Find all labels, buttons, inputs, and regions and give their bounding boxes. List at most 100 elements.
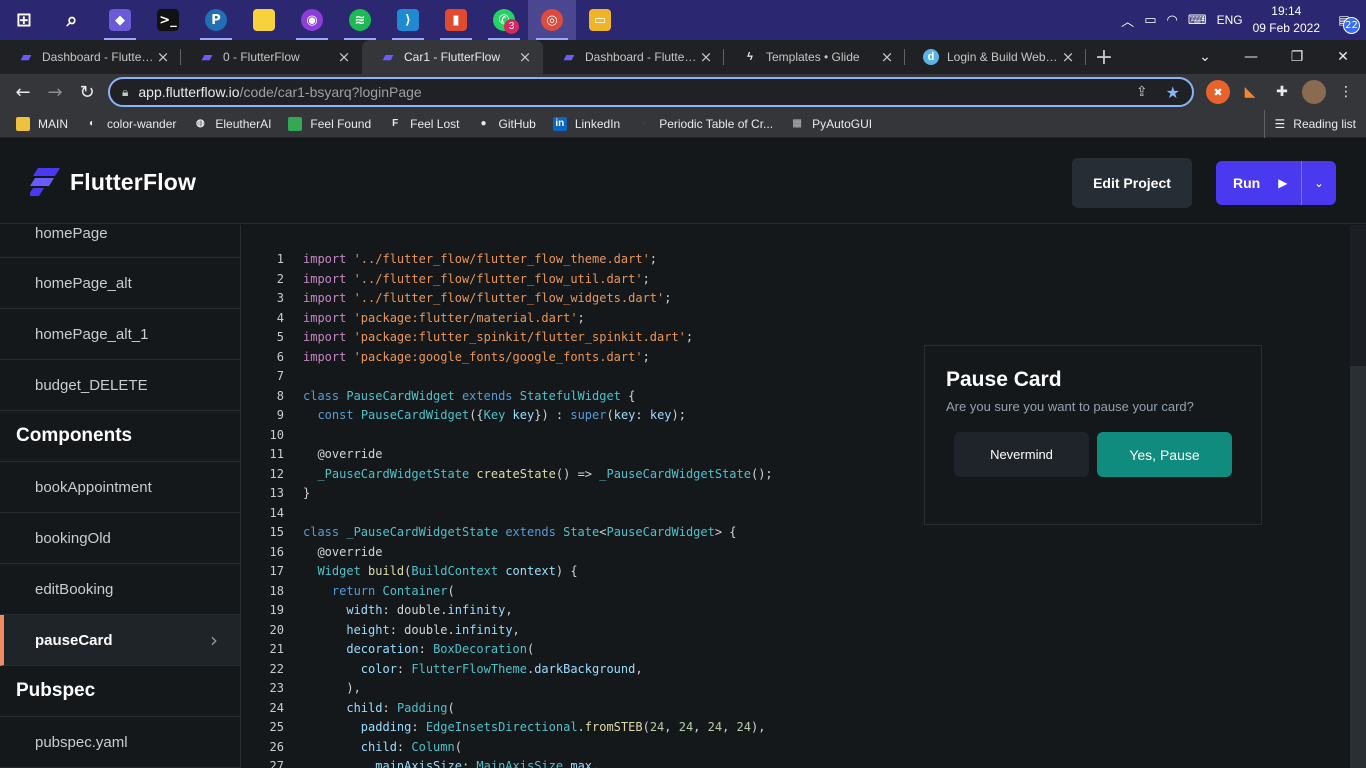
- battery-icon[interactable]: ▭: [1144, 13, 1156, 28]
- chrome-taskbar-button[interactable]: ◎: [528, 0, 576, 40]
- code-token: () =>: [555, 466, 600, 481]
- nevermind-button[interactable]: Nevermind: [954, 432, 1089, 477]
- run-button[interactable]: Run ▶: [1216, 161, 1302, 205]
- close-tab-icon[interactable]: ×: [698, 48, 714, 66]
- keyboard-icon[interactable]: ⌨: [1188, 13, 1207, 28]
- sidebar-page-item[interactable]: homePage_alt: [0, 258, 240, 309]
- sidebar-component-item[interactable]: pauseCard ›: [0, 615, 240, 666]
- edit-project-button[interactable]: Edit Project: [1072, 158, 1192, 208]
- code-token: :: [411, 720, 426, 734]
- profile-avatar[interactable]: [1302, 80, 1326, 104]
- browser-tab[interactable]: ▰ 0 - FlutterFlow ×: [181, 40, 362, 74]
- code-token: (: [447, 583, 455, 598]
- pubspec-section-title: Pubspec: [0, 666, 240, 717]
- sidebar-component-item[interactable]: bookingOld: [0, 513, 240, 564]
- forward-button[interactable]: →: [40, 77, 70, 107]
- file-explorer-taskbar-button[interactable]: ▭: [576, 0, 624, 40]
- code-line: 21 decoration: BoxDecoration(: [242, 640, 773, 660]
- sidebar-page-item[interactable]: budget_DELETE: [0, 360, 240, 411]
- browser-tab[interactable]: ▰ Car1 - FlutterFlow ×: [362, 40, 543, 74]
- sidebar-component-item[interactable]: bookAppointment: [0, 462, 240, 513]
- bookmark-item[interactable]: F Feel Lost: [388, 117, 459, 131]
- spotify-icon: ≋: [349, 9, 371, 31]
- close-tab-icon[interactable]: ×: [517, 48, 533, 66]
- back-button[interactable]: ←: [8, 77, 38, 107]
- bookmark-item[interactable]: ◍ EleutherAI: [193, 117, 271, 131]
- lock-icon[interactable]: 🔒︎: [122, 85, 128, 100]
- flutterflow-logo[interactable]: FlutterFlow: [30, 168, 196, 196]
- line-number: 23: [269, 681, 284, 695]
- chevron-up-icon[interactable]: ︿: [1121, 11, 1134, 30]
- wifi-icon[interactable]: ◠: [1166, 13, 1177, 28]
- code-token: import: [303, 271, 354, 286]
- browser-tab[interactable]: d Login & Build Web Apps×: [905, 40, 1086, 74]
- close-tab-icon[interactable]: ×: [336, 48, 352, 66]
- restore-button[interactable]: ❐: [1274, 40, 1320, 74]
- terminal-taskbar-button[interactable]: >_: [144, 0, 192, 40]
- bookmark-item[interactable]: ▦ PyAutoGUI: [790, 117, 872, 131]
- code-token: (: [526, 642, 535, 656]
- close-tab-icon[interactable]: ×: [155, 48, 171, 66]
- podcast-app-taskbar-button[interactable]: ◉: [288, 0, 336, 40]
- office-icon: ▮: [445, 9, 467, 31]
- search-taskbar-button[interactable]: ⌕: [48, 0, 96, 40]
- close-tab-icon[interactable]: ×: [1060, 48, 1076, 66]
- metamask-icon[interactable]: ◣: [1238, 80, 1262, 104]
- bookmark-item[interactable]: in LinkedIn: [552, 116, 620, 131]
- browser-tab[interactable]: ▰ Dashboard - FlutterFlow×: [0, 40, 181, 74]
- browser-tab[interactable]: ▰ Dashboard - FlutterFlow×: [543, 40, 724, 74]
- language-indicator[interactable]: ENG: [1217, 13, 1243, 27]
- reload-button[interactable]: ↻: [72, 77, 102, 107]
- new-tab-button[interactable]: +: [1086, 40, 1122, 74]
- chevron-right-icon: ›: [210, 628, 218, 652]
- sidebar-component-item[interactable]: editBooking: [0, 564, 240, 615]
- code-token: }) :: [534, 408, 571, 422]
- sidebar-page-item[interactable]: homePage_alt_1: [0, 309, 240, 360]
- windows-start-taskbar-button[interactable]: ⊞: [0, 0, 48, 40]
- extension-orange-icon[interactable]: ✖: [1206, 80, 1230, 104]
- more-menu-icon[interactable]: ⋮: [1334, 80, 1358, 104]
- sticky-notes-taskbar-button[interactable]: [240, 0, 288, 40]
- tab-search-icon[interactable]: ⌄: [1182, 40, 1228, 74]
- bookmark-star-icon[interactable]: ★: [1166, 83, 1180, 102]
- address-bar[interactable]: 🔒︎ app.flutterflow.io/code/car1-bsyarq?l…: [108, 77, 1194, 107]
- scrollbar-thumb[interactable]: [1350, 366, 1366, 768]
- code-token: import: [303, 310, 354, 325]
- git-app-icon: ◆: [109, 9, 131, 31]
- git-app-taskbar-button[interactable]: ◆: [96, 0, 144, 40]
- share-icon[interactable]: ⇪: [1136, 84, 1148, 100]
- notifications-button[interactable]: ▤ 22: [1330, 6, 1360, 34]
- bookmark-item[interactable]: ● Periodic Table of Cr...: [637, 117, 773, 131]
- eleuther-icon: ◍: [196, 118, 205, 129]
- code-token: ),: [303, 681, 361, 695]
- yes-pause-button[interactable]: Yes, Pause: [1097, 432, 1232, 477]
- puzzle-icon[interactable]: ✚: [1270, 80, 1294, 104]
- reading-list-button[interactable]: ☰ Reading list: [1263, 110, 1356, 138]
- vscode-taskbar-button[interactable]: ⟩: [384, 0, 432, 40]
- pycharm-edu-taskbar-button[interactable]: P: [192, 0, 240, 40]
- spotify-taskbar-button[interactable]: ≋: [336, 0, 384, 40]
- minimize-button[interactable]: —: [1228, 40, 1274, 74]
- bookmark-item[interactable]: Feel Found: [288, 116, 371, 131]
- clock[interactable]: 19:14 09 Feb 2022: [1253, 3, 1320, 37]
- bookmark-item[interactable]: ◐ color-wander: [85, 117, 176, 131]
- code-token: : double.: [382, 603, 448, 617]
- office-taskbar-button[interactable]: ▮: [432, 0, 480, 40]
- code-token: ;: [642, 349, 650, 364]
- code-line: 23 ),: [242, 679, 773, 699]
- browser-tab[interactable]: ϟ Templates • Glide ×: [724, 40, 905, 74]
- close-window-button[interactable]: ✕: [1320, 40, 1366, 74]
- whatsapp-taskbar-button[interactable]: ✆ 3: [480, 0, 528, 40]
- bookmark-item[interactable]: MAIN: [16, 116, 68, 131]
- sidebar-pubspec-item[interactable]: pubspec.yaml: [0, 717, 240, 768]
- code-token: : double.: [389, 622, 455, 637]
- code-token: child: [346, 700, 383, 715]
- bookmark-item[interactable]: ● GitHub: [476, 117, 535, 131]
- close-tab-icon[interactable]: ×: [879, 48, 895, 66]
- sidebar-page-item[interactable]: homePage: [0, 225, 240, 258]
- components-section-title: Components: [0, 411, 240, 462]
- linkedin-icon: in: [552, 116, 567, 131]
- code-token: darkBackground: [534, 661, 636, 676]
- run-button-group: Run ▶ ⌄: [1216, 161, 1336, 205]
- run-options-dropdown[interactable]: ⌄: [1302, 177, 1336, 190]
